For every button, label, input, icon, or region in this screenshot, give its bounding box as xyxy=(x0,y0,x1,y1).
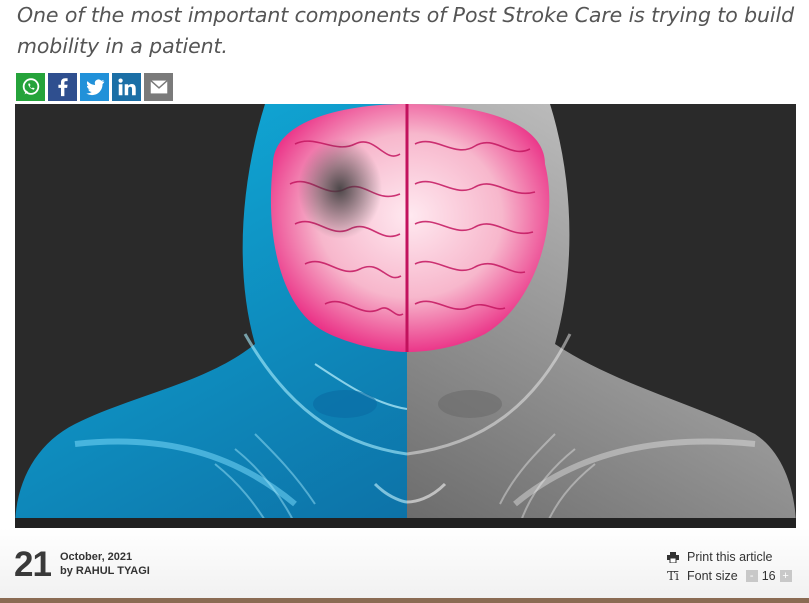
bottom-divider xyxy=(0,598,809,603)
font-size-control: Tī Font size - 16 + xyxy=(666,567,796,585)
font-size-label: Font size xyxy=(687,569,738,583)
share-whatsapp-button[interactable] xyxy=(16,73,45,101)
share-linkedin-button[interactable] xyxy=(112,73,141,101)
share-twitter-button[interactable] xyxy=(80,73,109,101)
font-size-decrease-button[interactable]: - xyxy=(745,570,758,582)
email-icon xyxy=(149,80,168,94)
publish-month-year: October, 2021 xyxy=(60,551,133,563)
whatsapp-icon xyxy=(22,78,39,95)
print-label: Print this article xyxy=(687,550,773,564)
brain-xray-illustration xyxy=(15,104,796,528)
linkedin-icon xyxy=(117,78,136,96)
byline: by RAHUL TYAGI xyxy=(60,565,150,577)
author-name[interactable]: RAHUL TYAGI xyxy=(76,565,150,577)
font-size-increase-button[interactable]: + xyxy=(779,570,792,582)
byline-prefix: by xyxy=(60,565,73,577)
font-size-value: 16 xyxy=(761,569,776,583)
printer-icon xyxy=(666,551,680,563)
article-meta: 21 October, 2021 by RAHUL TYAGI Print th… xyxy=(0,528,809,598)
print-article-link[interactable]: Print this article xyxy=(666,548,796,566)
twitter-icon xyxy=(85,79,104,96)
hero-image xyxy=(15,104,796,528)
share-bar xyxy=(16,73,173,101)
share-email-button[interactable] xyxy=(144,73,173,101)
text-size-icon: Tī xyxy=(667,569,679,583)
publish-day: 21 xyxy=(14,545,52,584)
article-tools: Print this article Tī Font size - 16 + xyxy=(666,548,796,586)
facebook-icon xyxy=(57,78,68,97)
share-facebook-button[interactable] xyxy=(48,73,77,101)
article-subtitle: One of the most important components of … xyxy=(17,3,794,58)
